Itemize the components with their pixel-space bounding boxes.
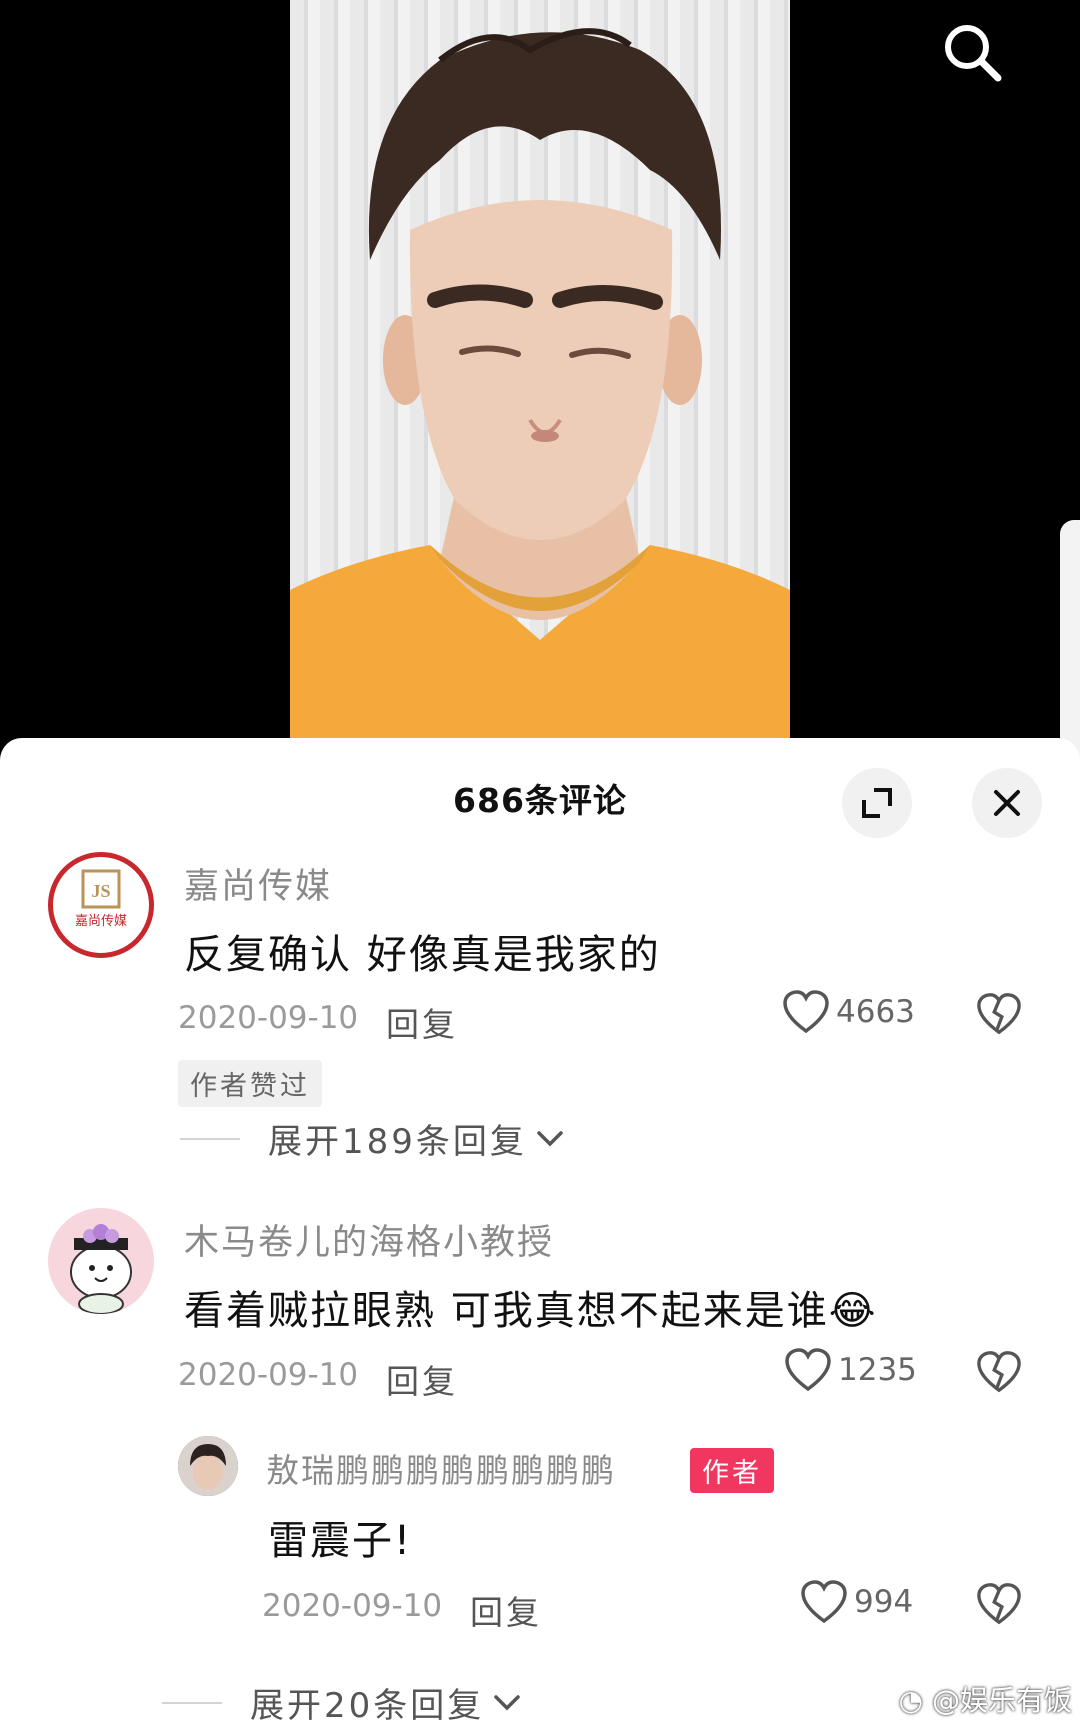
dislike-button[interactable] [976,1350,1022,1398]
broken-heart-icon [977,1583,1021,1625]
comment-text: 看着贼拉眼熟 可我真想不起来是谁😂 [184,1278,877,1336]
expand-replies-button[interactable]: 展开20条回复 [162,1678,522,1727]
user-photo-avatar-icon [178,1436,238,1496]
broken-heart-icon [977,1351,1021,1393]
like-count: 994 [854,1584,914,1620]
author-badge: 作者 [690,1448,774,1493]
search-icon [945,25,1002,82]
expand-replies-label: 展开189条回复 [268,1122,527,1162]
like-button[interactable]: 4663 [782,990,915,1034]
avatar[interactable] [178,1436,238,1496]
comment-username[interactable]: 木马卷儿的海格小教授 [184,1214,554,1265]
heart-icon [783,990,829,1034]
watermark-text: @娱乐有饭 [931,1684,1072,1717]
dislike-button[interactable] [976,1582,1022,1630]
heart-icon [801,1580,847,1624]
close-icon [994,790,1020,816]
reply-date: 2020-09-10 [262,1588,443,1624]
reply-text: 雷震子! [268,1518,413,1564]
laughing-crying-emoji: 😂 [828,1288,878,1334]
chevron-down-icon [537,1130,563,1146]
search-button[interactable] [938,18,1008,88]
divider-line [180,1137,240,1140]
avatar[interactable] [48,1208,154,1314]
comment-count-title: 686条评论 [453,781,627,820]
like-count: 4663 [836,994,915,1030]
video-frame [290,0,790,738]
person-illustration [290,28,790,738]
svg-text:JS: JS [91,881,110,901]
weibo-logo-icon: ◔ [898,1684,924,1717]
chevron-down-icon [494,1694,521,1710]
expand-icon [862,788,892,818]
heart-icon [785,1348,831,1392]
cartoon-dog-avatar-icon [70,1224,132,1314]
like-count: 1235 [838,1352,917,1388]
reply-button[interactable]: 回复 [470,1586,542,1634]
divider-line [162,1701,222,1704]
reply-button[interactable]: 回复 [386,998,458,1046]
expand-replies-label: 展开20条回复 [250,1686,485,1726]
comment-date: 2020-09-10 [178,1357,359,1393]
expand-replies-button[interactable]: 展开189条回复 [180,1114,565,1163]
avatar[interactable]: JS 嘉尚传媒 [48,852,154,958]
weibo-watermark: ◔ @娱乐有饭 [899,1679,1072,1719]
like-button[interactable]: 1235 [784,1348,917,1392]
close-button[interactable] [972,768,1042,838]
comment-text: 反复确认 好像真是我家的 [184,932,661,978]
reply-button[interactable]: 回复 [386,1355,458,1403]
comment-text-content: 看着贼拉眼熟 可我真想不起来是谁 [184,1288,829,1334]
comment-username[interactable]: 嘉尚传媒 [184,858,332,909]
comment-date: 2020-09-10 [178,1000,359,1036]
comment-panel: 686条评论 JS 嘉尚传媒 嘉尚传媒 反复确认 好像真是我家的 2020-09… [0,738,1080,1733]
author-liked-badge: 作者赞过 [178,1060,322,1107]
video-player[interactable] [0,0,1080,780]
broken-heart-icon [977,993,1021,1035]
reply-username[interactable]: 敖瑞鹏鹏鹏鹏鹏鹏鹏鹏 [266,1444,616,1492]
svg-text:嘉尚传媒: 嘉尚传媒 [75,914,127,929]
brand-logo-icon: JS 嘉尚传媒 [75,869,127,929]
like-button[interactable]: 994 [800,1580,913,1624]
dislike-button[interactable] [976,992,1022,1040]
expand-button[interactable] [842,768,912,838]
